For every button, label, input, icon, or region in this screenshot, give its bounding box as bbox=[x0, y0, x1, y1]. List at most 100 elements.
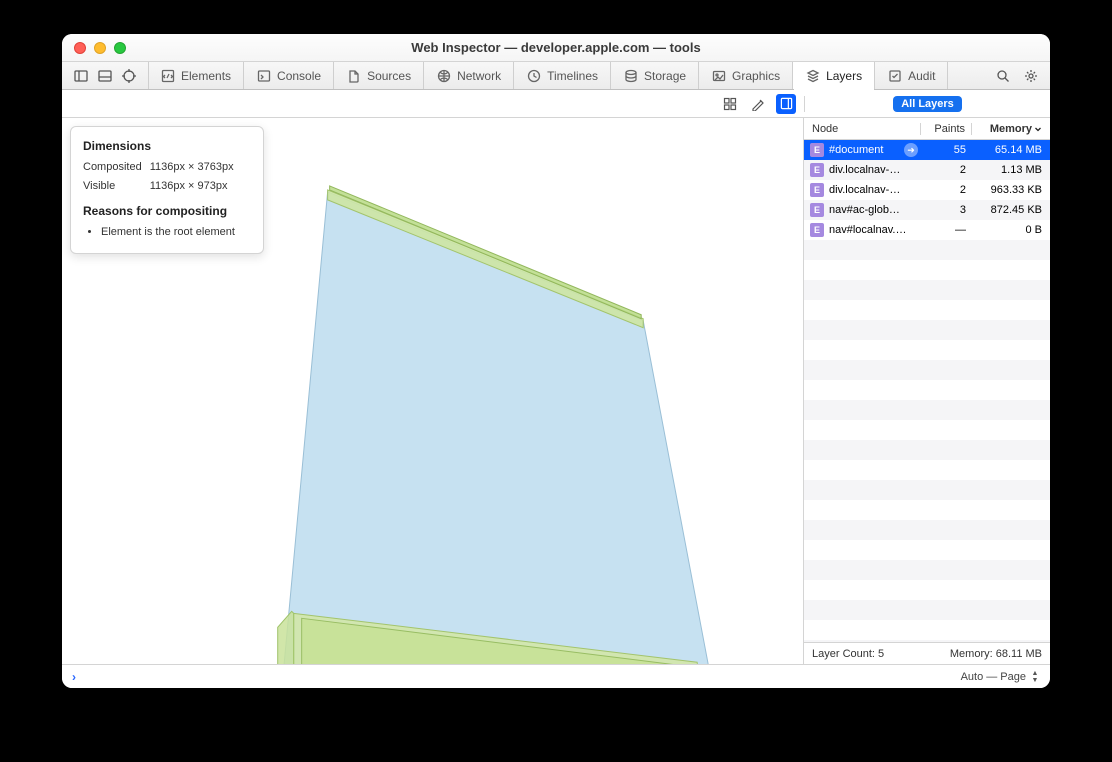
element-badge-icon: E bbox=[810, 143, 824, 157]
tab-label: Storage bbox=[644, 69, 686, 83]
layers-table-rows: E #document ➜ 55 65.14 MB E div.localnav… bbox=[804, 140, 1050, 642]
close-window-button[interactable] bbox=[74, 42, 86, 54]
window-title: Web Inspector — developer.apple.com — to… bbox=[62, 40, 1050, 55]
tab-timelines[interactable]: Timelines bbox=[514, 62, 611, 89]
graphics-icon bbox=[712, 69, 726, 83]
console-context-selector[interactable]: Auto — Page ▲▼ bbox=[961, 670, 1040, 684]
layer-node-name: div.localnav-… bbox=[829, 184, 922, 196]
element-badge-icon: E bbox=[810, 223, 824, 237]
inspect-element-button[interactable] bbox=[118, 66, 140, 86]
search-button[interactable] bbox=[992, 66, 1014, 86]
minimize-window-button[interactable] bbox=[94, 42, 106, 54]
settings-button[interactable] bbox=[1020, 66, 1042, 86]
composited-value: 1136px × 3763px bbox=[150, 159, 251, 176]
element-badge-icon: E bbox=[810, 163, 824, 177]
timelines-icon bbox=[527, 69, 541, 83]
tab-graphics[interactable]: Graphics bbox=[699, 62, 793, 89]
table-row bbox=[804, 620, 1050, 640]
layer-paints: 2 bbox=[922, 184, 972, 196]
tab-audit[interactable]: Audit bbox=[875, 62, 948, 89]
layers-icon bbox=[806, 69, 820, 83]
sources-icon bbox=[347, 69, 361, 83]
tab-label: Audit bbox=[908, 69, 935, 83]
traffic-lights bbox=[74, 42, 126, 54]
go-to-element-icon[interactable]: ➜ bbox=[904, 143, 918, 157]
table-row bbox=[804, 300, 1050, 320]
table-row bbox=[804, 360, 1050, 380]
table-row bbox=[804, 380, 1050, 400]
compositing-borders-button[interactable] bbox=[776, 94, 796, 114]
tab-network[interactable]: Network bbox=[424, 62, 514, 89]
memory-column-header[interactable]: Memory bbox=[972, 123, 1050, 135]
compositing-reason: Element is the root element bbox=[101, 224, 251, 241]
element-badge-icon: E bbox=[810, 183, 824, 197]
elements-icon bbox=[161, 69, 175, 83]
tab-label: Layers bbox=[826, 69, 862, 83]
maximize-window-button[interactable] bbox=[114, 42, 126, 54]
layer-memory: 1.13 MB bbox=[972, 164, 1050, 176]
reasons-heading: Reasons for compositing bbox=[83, 202, 251, 220]
table-row bbox=[804, 540, 1050, 560]
tab-console[interactable]: Console bbox=[244, 62, 334, 89]
all-layers-pill[interactable]: All Layers bbox=[893, 96, 962, 112]
table-row bbox=[804, 240, 1050, 260]
tab-label: Elements bbox=[181, 69, 231, 83]
grid-view-button[interactable] bbox=[720, 94, 740, 114]
node-column-header[interactable]: Node bbox=[804, 123, 920, 135]
layer-paints: 55 bbox=[922, 144, 972, 156]
total-memory: Memory: 68.11 MB bbox=[950, 648, 1042, 660]
layer-node-name: nav#ac-glob… bbox=[829, 204, 922, 216]
table-row[interactable]: E #document ➜ 55 65.14 MB bbox=[804, 140, 1050, 160]
dimensions-heading: Dimensions bbox=[83, 137, 251, 155]
layer-details-tooltip: Dimensions Composited 1136px × 3763px Vi… bbox=[70, 126, 264, 254]
table-row bbox=[804, 600, 1050, 620]
layer-node-name: nav#localnav.… bbox=[829, 224, 922, 236]
dock-side-button[interactable] bbox=[70, 66, 92, 86]
table-row bbox=[804, 560, 1050, 580]
paints-column-header[interactable]: Paints bbox=[921, 123, 971, 135]
table-row[interactable]: E nav#localnav.… — 0 B bbox=[804, 220, 1050, 240]
layers-table-header: Node Paints Memory bbox=[804, 118, 1050, 140]
console-quickbar: › Auto — Page ▲▼ bbox=[62, 664, 1050, 688]
toolbar-right bbox=[992, 62, 1050, 89]
main-toolbar: Elements Console Sources Network Timelin… bbox=[62, 62, 1050, 90]
paint-flash-button[interactable] bbox=[748, 94, 768, 114]
layer-memory: 963.33 KB bbox=[972, 184, 1050, 196]
tab-elements[interactable]: Elements bbox=[148, 62, 244, 89]
sidebar-header: All Layers bbox=[804, 96, 1050, 112]
layer-node-name: div.localnav-… bbox=[829, 164, 922, 176]
layers-sidebar: Node Paints Memory E #document ➜ 55 65.1… bbox=[804, 118, 1050, 664]
network-icon bbox=[437, 69, 451, 83]
tab-sources[interactable]: Sources bbox=[334, 62, 424, 89]
tab-label: Network bbox=[457, 69, 501, 83]
chevron-down-icon bbox=[1034, 125, 1042, 133]
table-row[interactable]: E div.localnav-… 2 1.13 MB bbox=[804, 160, 1050, 180]
table-row[interactable]: E nav#ac-glob… 3 872.45 KB bbox=[804, 200, 1050, 220]
table-row bbox=[804, 480, 1050, 500]
layer-paints: — bbox=[922, 224, 972, 236]
tab-label: Console bbox=[277, 69, 321, 83]
layers-toolbar: All Layers bbox=[62, 90, 1050, 118]
visible-value: 1136px × 973px bbox=[150, 178, 251, 195]
tab-storage[interactable]: Storage bbox=[611, 62, 699, 89]
table-row[interactable]: E div.localnav-… 2 963.33 KB bbox=[804, 180, 1050, 200]
table-row bbox=[804, 320, 1050, 340]
table-row bbox=[804, 440, 1050, 460]
tab-label: Timelines bbox=[547, 69, 598, 83]
layers-3d-canvas[interactable]: Dimensions Composited 1136px × 3763px Vi… bbox=[62, 118, 804, 664]
dock-bottom-button[interactable] bbox=[94, 66, 116, 86]
tab-layers[interactable]: Layers bbox=[793, 62, 875, 89]
table-row bbox=[804, 520, 1050, 540]
table-row bbox=[804, 420, 1050, 440]
layer-paints: 3 bbox=[922, 204, 972, 216]
console-prompt-icon[interactable]: › bbox=[72, 670, 76, 684]
table-row bbox=[804, 260, 1050, 280]
console-icon bbox=[257, 69, 271, 83]
table-row bbox=[804, 400, 1050, 420]
tab-bar: Elements Console Sources Network Timelin… bbox=[148, 62, 948, 89]
stepper-icon: ▲▼ bbox=[1030, 670, 1040, 684]
layer-memory: 0 B bbox=[972, 224, 1050, 236]
layer-memory: 872.45 KB bbox=[972, 204, 1050, 216]
web-inspector-window: Web Inspector — developer.apple.com — to… bbox=[62, 34, 1050, 688]
layer-paints: 2 bbox=[922, 164, 972, 176]
